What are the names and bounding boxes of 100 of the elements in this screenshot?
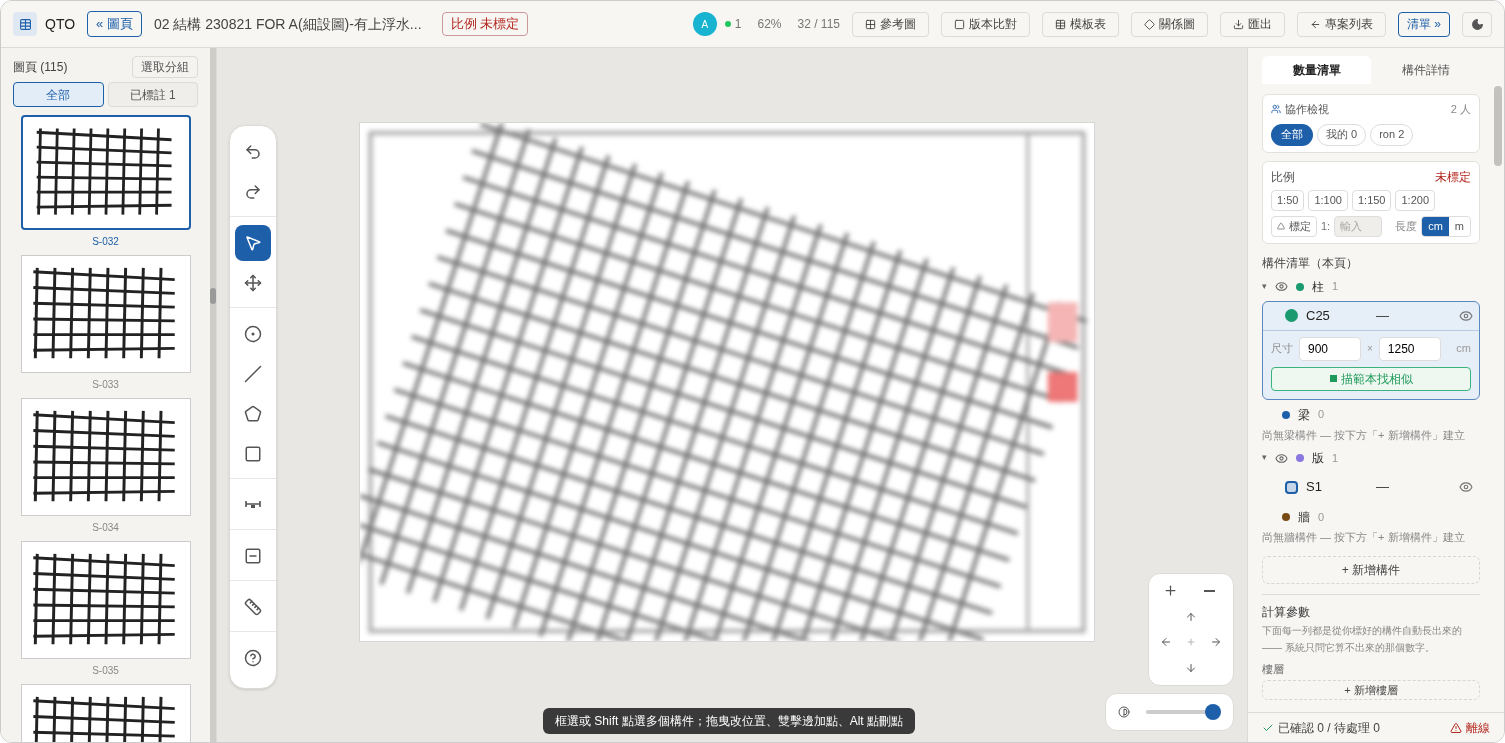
component-quantity: — (1376, 306, 1390, 325)
category-count: 0 (1318, 407, 1325, 423)
filter-tab[interactable]: 已標註 1 (107, 82, 198, 107)
toolbar-button[interactable]: 關係圖 (1131, 11, 1208, 37)
theme-toggle-button[interactable] (1462, 11, 1492, 37)
minus-box-icon (244, 547, 262, 565)
table-icon (1055, 18, 1066, 30)
component-name: S1 (1306, 478, 1323, 497)
file-title: 02 結構 230821 FOR A(細設圖)-有上浮水... (153, 14, 422, 34)
help-icon (244, 649, 262, 667)
toolbar-button[interactable]: 參考圖 (852, 11, 929, 37)
undo-icon (244, 143, 262, 161)
warning-icon (1450, 721, 1462, 734)
add-floor-button[interactable]: + 新增樓層 (1262, 680, 1480, 700)
users-icon (1271, 104, 1281, 115)
pentagon-icon (244, 405, 262, 423)
scale-preset-button[interactable]: 1:150 (1351, 189, 1392, 211)
page-label: S-035 (92, 664, 119, 678)
eye-icon[interactable] (1275, 280, 1288, 293)
empty-message: 尚無牆構件 — 按下方「+ 新增構件」建立 (1262, 530, 1466, 545)
calc-title: 計算參數 (1262, 603, 1311, 621)
toolbar-button[interactable]: 專案列表 (1297, 11, 1386, 37)
ruler-icon (244, 598, 262, 616)
collapse-caret-icon[interactable]: ▾ (1262, 451, 1267, 465)
scale-preset-button[interactable]: 1:200 (1395, 189, 1435, 211)
panel-tab[interactable]: 構件詳情 (1371, 56, 1480, 84)
filter-tab[interactable]: 全部 (13, 82, 104, 107)
user-avatar: A (692, 12, 717, 36)
page-counter: 32 / 115 (797, 16, 840, 33)
review-status: 已確認 0 / 待處理 0 (1278, 719, 1381, 737)
panel-tab[interactable]: 數量清單 (1262, 56, 1371, 84)
unit-label: cm (1456, 341, 1471, 357)
drawing-thumbnail[interactable] (20, 115, 191, 230)
collab-filter-chip[interactable]: 全部 (1271, 123, 1313, 146)
component-swatch-icon (1285, 480, 1298, 494)
height-input[interactable]: 1250 (1378, 336, 1441, 361)
pan-right-button[interactable] (1210, 636, 1223, 649)
plus-icon (1163, 583, 1179, 599)
component-quantity: — (1376, 478, 1390, 497)
scale-preset-button[interactable]: 1:100 (1308, 189, 1348, 211)
online-count: 1 (734, 16, 742, 33)
eye-icon[interactable] (1459, 480, 1473, 494)
rectangle-icon (244, 445, 262, 463)
select-group-button[interactable]: 選取分組 (132, 56, 198, 78)
grid-icon (865, 18, 876, 30)
scale-preset-button[interactable]: 1:50 (1271, 189, 1305, 211)
contrast-icon (1118, 706, 1130, 718)
category-name: 柱 (1312, 278, 1324, 296)
calibrate-button[interactable]: 標定 (1271, 215, 1317, 237)
component-card[interactable]: C25 — 尺寸 900 × 1250 cm 描範本找相似 (1262, 300, 1480, 400)
length-label: 長度 (1395, 218, 1418, 234)
category-count: 1 (1332, 279, 1339, 295)
pan-left-button[interactable] (1159, 636, 1172, 649)
ratio-prefix: 1: (1321, 218, 1331, 234)
width-input[interactable]: 900 (1299, 336, 1361, 361)
minus-icon (1203, 590, 1215, 592)
list-toggle-button[interactable]: 清單 » (1398, 11, 1450, 37)
category-name: 牆 (1298, 509, 1310, 526)
component-card[interactable]: S1 — (1262, 472, 1480, 502)
toolbar-button[interactable]: 匯出 (1220, 11, 1285, 37)
collapse-caret-icon[interactable]: ▾ (1262, 279, 1267, 294)
app-logo-icon (13, 12, 37, 36)
arrow-down-icon (1185, 662, 1197, 675)
times-sign: × (1367, 342, 1373, 356)
floor-label: 樓層 (1262, 661, 1285, 677)
eye-icon[interactable] (1275, 451, 1288, 465)
zoom-in-button[interactable] (1163, 583, 1179, 599)
calc-description: 下面每一列都是從你標好的構件自動長出來的 (1262, 623, 1463, 638)
arrow-up-icon (1185, 610, 1197, 623)
point-icon (244, 325, 262, 343)
category-name: 梁 (1298, 406, 1310, 424)
category-name: 版 (1312, 450, 1324, 467)
add-component-button[interactable]: + 新增構件 (1262, 555, 1480, 584)
moon-icon (1470, 17, 1484, 31)
collab-title: 協作檢視 (1285, 102, 1329, 117)
component-swatch-icon (1285, 309, 1298, 322)
zoom-level: 62% (757, 16, 782, 33)
category-count: 0 (1318, 509, 1325, 525)
pan-up-button[interactable] (1185, 610, 1197, 623)
ratio-input[interactable]: 輸入 (1334, 215, 1383, 237)
arrow-right-icon (1210, 636, 1223, 649)
component-name: C25 (1306, 306, 1331, 325)
toolbar-button[interactable]: 模板表 (1042, 11, 1119, 37)
unit-toggle[interactable]: cm (1422, 216, 1449, 236)
app-name: QTO (45, 14, 76, 34)
page-label: S-032 (92, 235, 119, 249)
toolbar-button[interactable]: 版本比對 (941, 11, 1030, 37)
size-label: 尺寸 (1271, 341, 1293, 357)
back-button[interactable]: « 圖頁 (87, 11, 142, 37)
scale-status: 未標定 (1435, 168, 1471, 186)
empty-message: 尚無梁構件 — 按下方「+ 新增構件」建立 (1262, 427, 1466, 443)
scrollbar[interactable] (210, 48, 216, 742)
arrow-left-icon (1159, 636, 1172, 649)
download-icon (1233, 18, 1244, 30)
collab-count: 2 人 (1450, 102, 1471, 117)
unit-toggle[interactable]: m (1448, 216, 1470, 236)
tool-button[interactable] (235, 225, 271, 261)
pan-down-button[interactable] (1185, 662, 1197, 675)
page-label: S-033 (92, 378, 119, 392)
eye-icon[interactable] (1459, 308, 1473, 323)
